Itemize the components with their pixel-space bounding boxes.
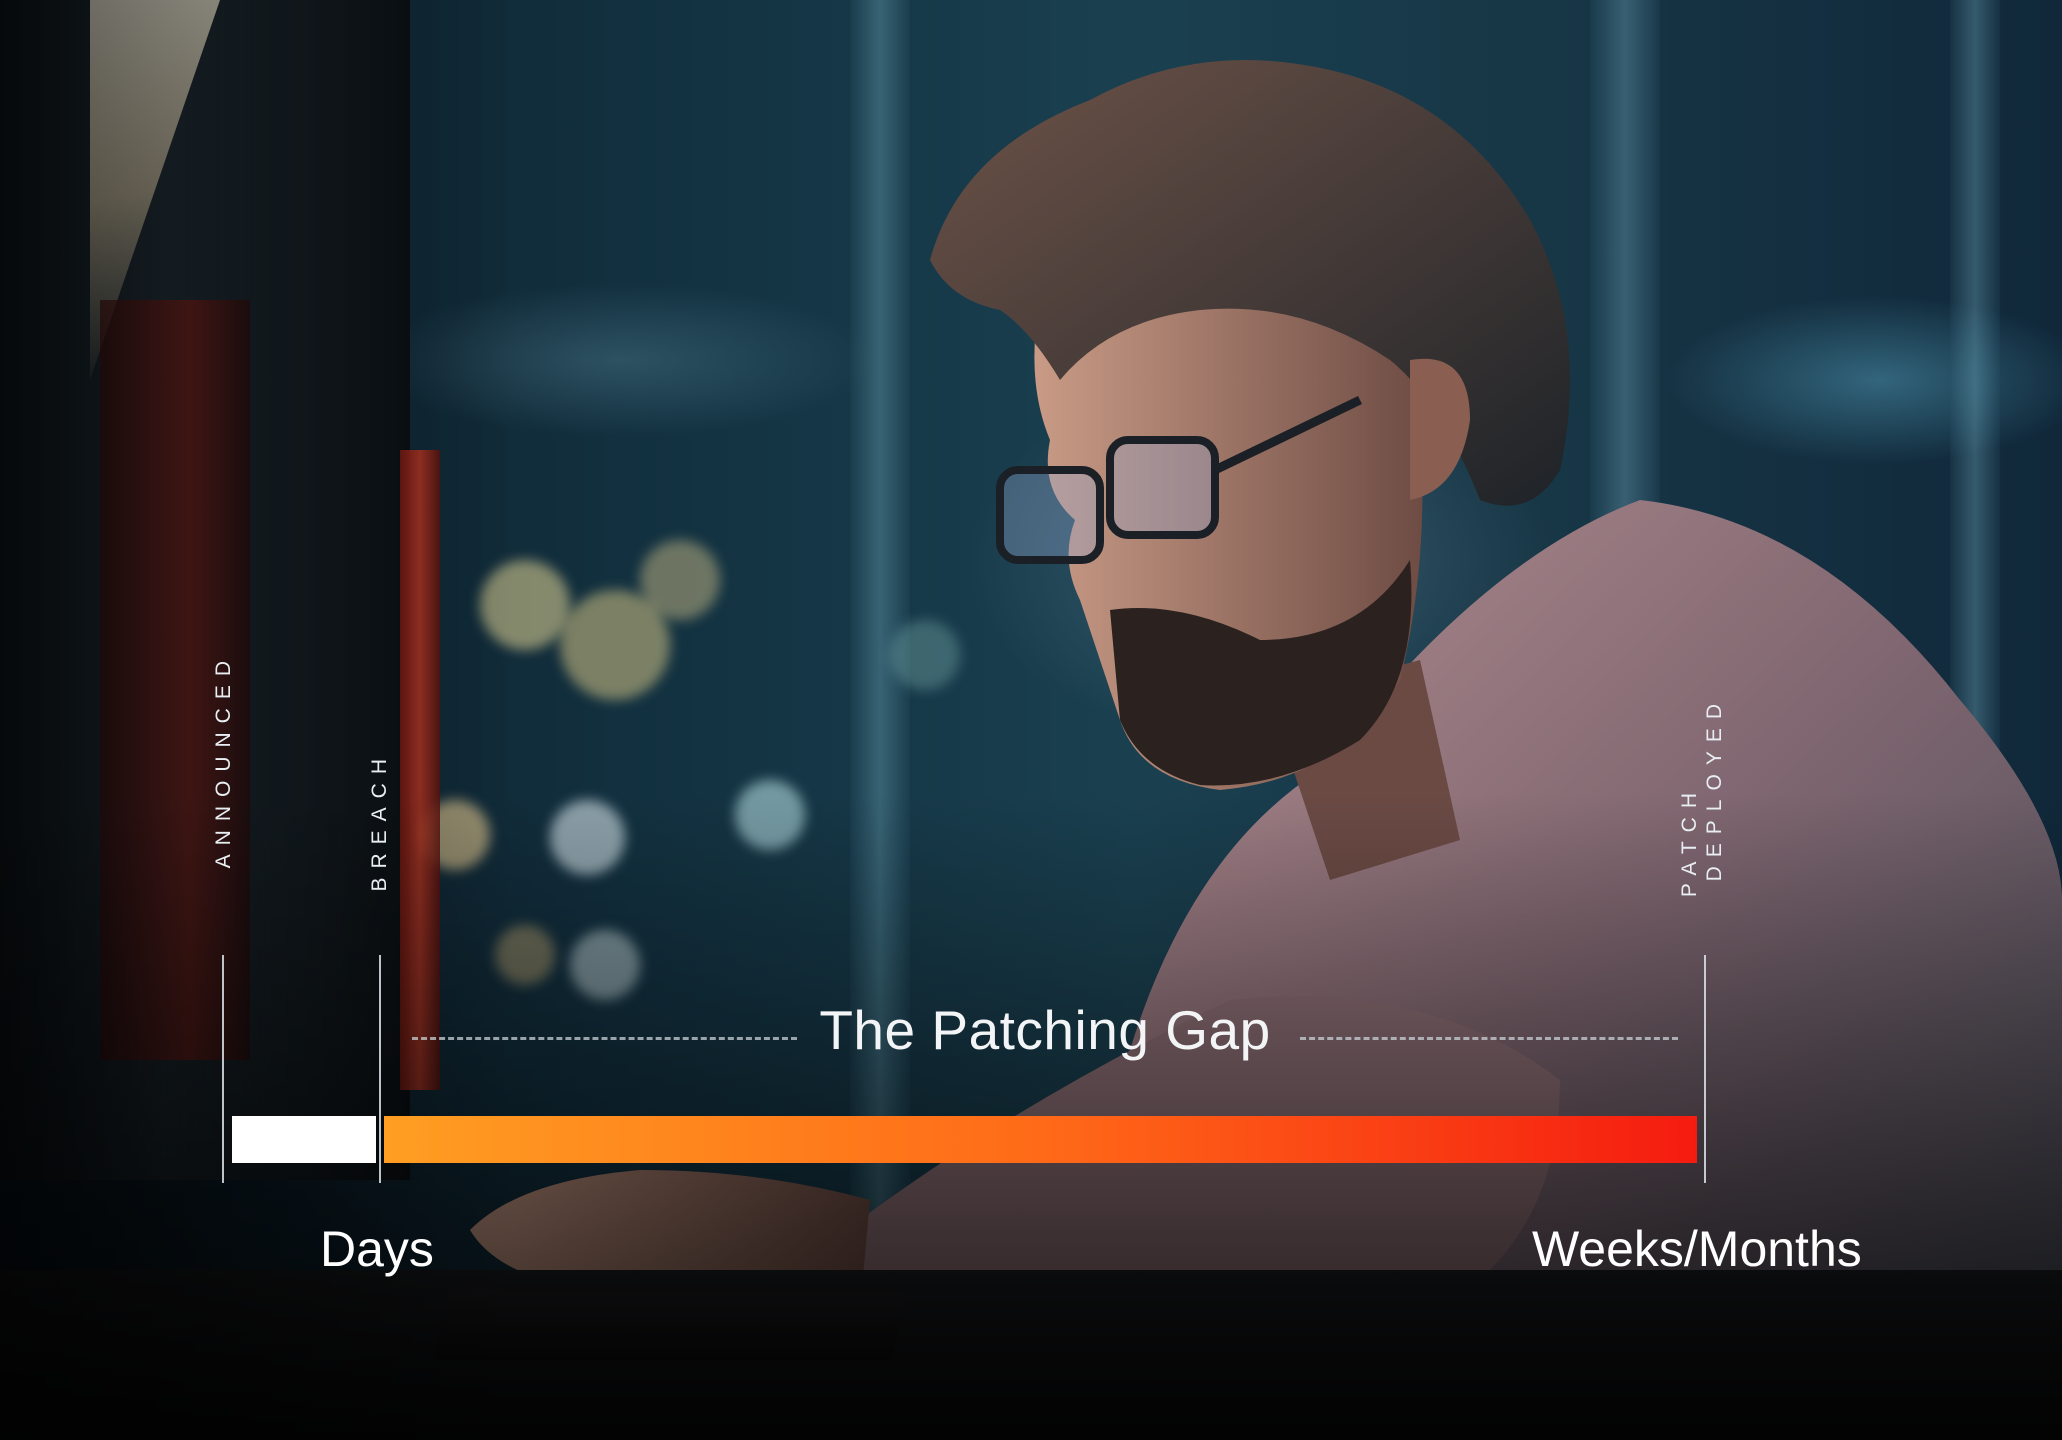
scale-end-label: Weeks/Months xyxy=(1532,1221,1862,1277)
milestone-announced-label: ANNOUNCED xyxy=(212,652,235,869)
patching-gap-segment xyxy=(384,1116,1697,1163)
desk xyxy=(0,1270,2062,1440)
gap-title: The Patching Gap xyxy=(819,999,1271,1061)
milestone-deployed-label: DEPLOYED xyxy=(1703,695,1726,882)
announce-to-breach-segment xyxy=(232,1116,376,1163)
gap-span-dashed-line-left xyxy=(412,1037,797,1040)
milestone-patch-label: PATCH xyxy=(1678,784,1701,898)
hero-image: ANNOUNCED BREACH PATCH DEPLOYED The Patc… xyxy=(0,0,2062,1440)
milestone-announced-line xyxy=(222,955,224,1183)
gap-span-dashed-line-right xyxy=(1300,1037,1678,1040)
milestone-breach-line xyxy=(379,955,381,1183)
keyboard xyxy=(432,1290,908,1360)
scale-start-label: Days xyxy=(320,1221,434,1277)
milestone-breach-label: BREACH xyxy=(368,750,391,892)
milestone-patch-deployed-line xyxy=(1704,955,1706,1183)
